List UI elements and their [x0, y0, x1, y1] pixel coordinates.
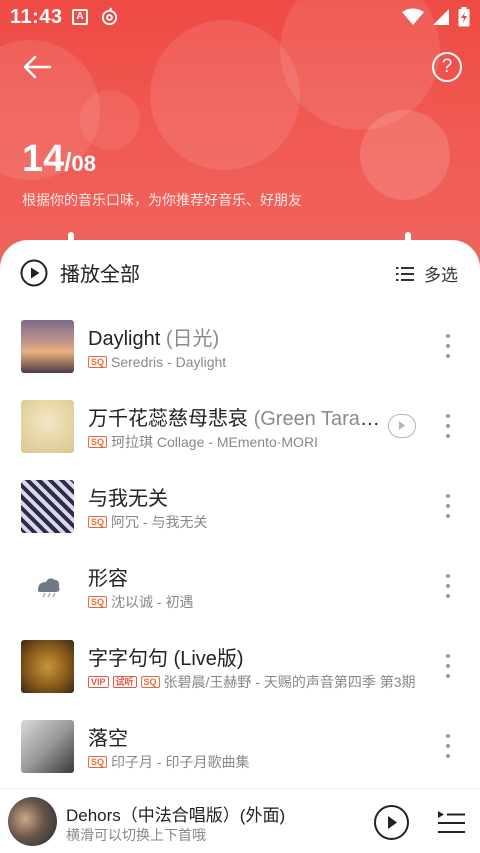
player-album-avatar — [8, 797, 57, 846]
song-artist-album: 张碧晨/王赫野 - 天赐的声音第四季 第3期 — [163, 674, 416, 690]
song-row[interactable]: 万千花蕊慈母悲哀 (Green Tara'… SQ 珂拉琪 Collage - … — [0, 386, 480, 466]
song-meta: SQ Seredris - Daylight — [88, 353, 226, 371]
song-title-line: Daylight (日光) — [88, 322, 388, 351]
song-row[interactable]: Daylight (日光) SQ Seredris - Daylight — [0, 306, 480, 386]
song-artist-album: Seredris - Daylight — [111, 354, 227, 370]
player-song-title: Dehors（中法合唱版）(外面) — [66, 806, 286, 825]
song-alt-title: (日光) — [165, 328, 220, 350]
date-month: 08 — [71, 151, 96, 176]
song-artist-album: 印子月 - 印子月歌曲集 — [111, 754, 250, 770]
date-day: 14 — [22, 138, 65, 180]
song-artist-album: 阿冗 - 与我无关 — [111, 514, 208, 530]
song-meta: SQ 珂拉琪 Collage - MEmento·MORI — [88, 433, 318, 451]
date-display: 14/08 — [22, 138, 96, 181]
more-options-button[interactable] — [438, 574, 458, 598]
song-title-line: 字字句句 (Live版) — [88, 642, 388, 671]
play-circle-icon — [20, 259, 48, 286]
album-cover — [21, 320, 74, 373]
song-row[interactable]: 落空 SQ 印子月 - 印子月歌曲集 — [0, 706, 480, 786]
more-options-button[interactable] — [438, 334, 458, 358]
song-title: Daylight — [88, 328, 161, 350]
recommend-subtitle: 根据你的音乐口味，为你推荐好音乐、好朋友 — [22, 192, 302, 208]
song-title-line: 万千花蕊慈母悲哀 (Green Tara'… — [88, 402, 380, 431]
cloud-art-icon — [37, 578, 60, 598]
song-title: 形容 — [88, 568, 128, 590]
wifi-icon — [402, 8, 424, 25]
album-cover — [21, 720, 74, 773]
song-artist-album: 珂拉琪 Collage - MEmento·MORI — [111, 434, 318, 450]
sq-badge: SQ — [88, 356, 108, 368]
song-meta: VIP 试听 SQ 张碧晨/王赫野 - 天赐的声音第四季 第3期 — [88, 673, 416, 691]
sq-badge: SQ — [88, 516, 108, 528]
play-all-label: 播放全部 — [60, 264, 140, 286]
bokeh-decoration — [150, 20, 300, 170]
bokeh-decoration — [360, 110, 450, 200]
vip-badge: VIP — [88, 676, 109, 688]
song-row[interactable]: 与我无关 SQ 阿冗 - 与我无关 — [0, 466, 480, 546]
list-toolbar: 播放全部 多选 — [0, 248, 480, 300]
back-arrow-icon — [23, 55, 52, 79]
album-cover — [21, 480, 74, 533]
song-title: 字字句句 (Live版) — [88, 648, 244, 670]
signal-icon — [433, 9, 449, 25]
song-artist-album: 沈以诚 - 初遇 — [111, 594, 194, 610]
album-cover — [21, 560, 74, 613]
song-title: 与我无关 — [88, 488, 168, 510]
song-title: 落空 — [88, 728, 128, 750]
play-all-button[interactable]: 播放全部 — [20, 258, 140, 287]
song-row[interactable]: 字字句句 (Live版) VIP 试听 SQ 张碧晨/王赫野 - 天赐的声音第四… — [0, 626, 480, 706]
play-icon — [399, 421, 405, 430]
song-title-line: 落空 — [88, 722, 388, 751]
song-title-line: 形容 — [88, 562, 388, 591]
sq-badge: SQ — [140, 676, 160, 688]
album-cover — [21, 640, 74, 693]
playlist-button[interactable] — [436, 809, 466, 837]
player-swipe-hint: 横滑可以切换上下首哦 — [66, 827, 206, 843]
sq-badge: SQ — [88, 596, 108, 608]
song-meta: SQ 印子月 - 印子月歌曲集 — [88, 753, 249, 771]
more-options-button[interactable] — [438, 414, 458, 438]
status-time: 11:43 — [10, 6, 63, 28]
help-button[interactable]: ? — [432, 52, 462, 82]
song-row[interactable]: 形容 SQ 沈以诚 - 初遇 — [0, 546, 480, 626]
song-title: 万千花蕊慈母悲哀 — [88, 408, 248, 430]
more-options-button[interactable] — [438, 494, 458, 518]
trial-badge: 试听 — [112, 676, 137, 688]
play-icon — [388, 816, 397, 829]
back-button[interactable] — [20, 50, 56, 86]
multi-select-label: 多选 — [424, 266, 458, 285]
battery-charging-icon — [458, 7, 470, 27]
mv-play-button[interactable] — [388, 414, 416, 438]
song-meta: SQ 沈以诚 - 初遇 — [88, 593, 193, 611]
status-bar: 11:43 A — [0, 0, 480, 34]
album-cover — [21, 400, 74, 453]
date-separator: / — [64, 147, 72, 177]
more-options-button[interactable] — [438, 734, 458, 758]
multi-select-button[interactable]: 多选 — [396, 261, 458, 286]
sq-badge: SQ — [88, 436, 108, 448]
player-play-button[interactable] — [374, 805, 409, 840]
sq-badge: SQ — [88, 756, 108, 768]
more-options-button[interactable] — [438, 654, 458, 678]
netease-icon — [101, 7, 118, 26]
status-icons — [402, 7, 470, 27]
mini-player[interactable]: Dehors（中法合唱版）(外面) 横滑可以切换上下首哦 — [0, 788, 480, 853]
song-title-line: 与我无关 — [88, 482, 388, 511]
song-meta: SQ 阿冗 - 与我无关 — [88, 513, 207, 531]
a-badge-icon: A — [72, 9, 88, 25]
list-icon — [396, 266, 414, 281]
song-alt-title: (Green Tara'… — [253, 408, 380, 430]
